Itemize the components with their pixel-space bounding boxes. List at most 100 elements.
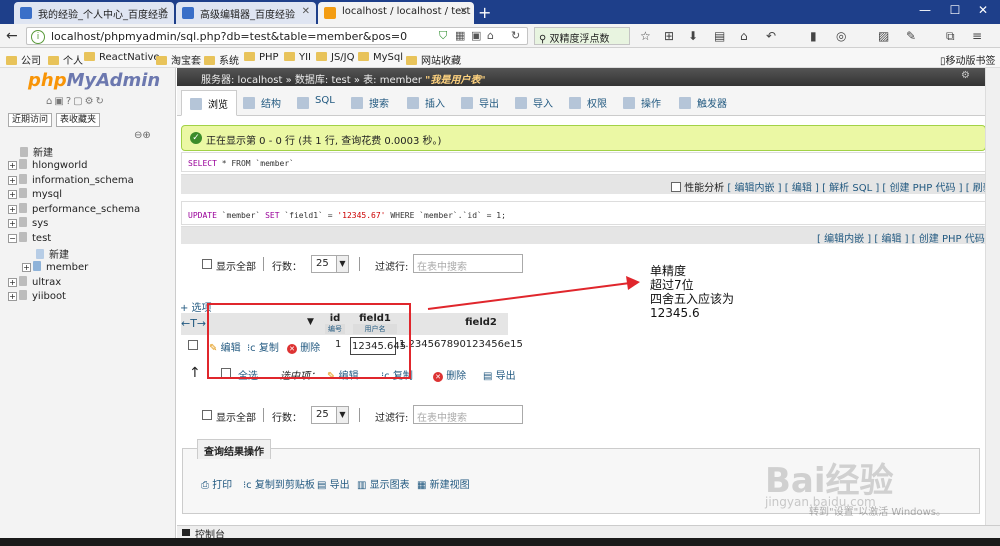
show-all-checkbox[interactable]: [202, 410, 212, 422]
close-icon[interactable]: ✕: [460, 6, 468, 17]
filter-input[interactable]: 在表中搜索: [413, 405, 523, 424]
expand-icon[interactable]: +: [22, 263, 31, 272]
recent-button[interactable]: 近期访问: [8, 113, 53, 127]
filter-input[interactable]: 在表中搜索: [413, 254, 523, 273]
refresh-icon[interactable]: ↻: [511, 29, 520, 42]
favorites-button[interactable]: 表收藏夹: [56, 113, 101, 127]
create-php-link[interactable]: [ 创建 PHP 代码 ]: [882, 183, 962, 194]
expand-icon[interactable]: +: [8, 190, 17, 199]
display-chart-button[interactable]: ▥ 显示图表: [357, 476, 410, 491]
tab-browse[interactable]: 浏览: [181, 90, 237, 116]
home-icon[interactable]: ⌂: [740, 29, 748, 43]
phpmyadmin-logo[interactable]: phpMyAdmin: [28, 70, 160, 91]
cell-field2[interactable]: 1.234567890123456e15: [399, 339, 523, 350]
bookmark-folder[interactable]: JS/JQ: [316, 52, 355, 63]
tree-item-new-table[interactable]: 新建: [36, 246, 69, 261]
expand-icon[interactable]: +: [8, 161, 17, 170]
expand-icon[interactable]: +: [8, 292, 17, 301]
edit-inline-link[interactable]: [ 编辑内嵌 ]: [817, 234, 871, 245]
expand-icon[interactable]: +: [8, 176, 17, 185]
tab-insert[interactable]: 插入: [399, 90, 453, 116]
tree-item-member[interactable]: + member: [22, 261, 88, 273]
tab-triggers[interactable]: 触发器: [671, 90, 735, 116]
qr-icon[interactable]: ▦: [455, 29, 465, 42]
expand-icon[interactable]: +: [8, 205, 17, 214]
bulk-delete-button[interactable]: ✕ 删除: [433, 367, 466, 382]
docs-icon[interactable]: ▢: [73, 96, 84, 107]
export-button[interactable]: ▤ 导出: [317, 476, 350, 491]
tree-item-mysql[interactable]: + mysql: [8, 188, 62, 200]
tab-operations[interactable]: 操作: [615, 90, 669, 116]
bookmark-folder[interactable]: 淘宝套: [156, 52, 201, 67]
tab-sql[interactable]: SQL: [289, 90, 343, 116]
back-arrow-icon[interactable]: ←: [6, 28, 18, 44]
undo-icon[interactable]: ↶: [766, 29, 776, 43]
shield-icon[interactable]: ⛉: [439, 29, 447, 43]
explain-sql-link[interactable]: [ 解析 SQL ]: [822, 183, 879, 194]
tree-item-performance-schema[interactable]: + performance_schema: [8, 203, 140, 215]
browser-tab[interactable]: 高级编辑器_百度经验 ✕: [176, 2, 316, 24]
maximize-icon[interactable]: ☐: [940, 3, 970, 17]
tree-item-test[interactable]: − test: [8, 232, 51, 244]
tree-item-sys[interactable]: + sys: [8, 217, 48, 229]
create-php-link[interactable]: [ 创建 PHP 代码 ]: [912, 234, 992, 245]
tools-icon[interactable]: ✎: [906, 29, 916, 43]
address-bar[interactable]: i localhost/phpmyadmin/sql.php?db=test&t…: [26, 27, 528, 45]
expand-icon[interactable]: +: [8, 219, 17, 228]
rows-select[interactable]: 25 ▼: [311, 406, 349, 424]
bookmark-folder[interactable]: YII: [284, 52, 311, 63]
sidebar-icon[interactable]: ⧉: [946, 29, 955, 44]
rows-select[interactable]: 25 ▼: [311, 255, 349, 273]
home-icon[interactable]: ⌂: [487, 29, 494, 42]
history-icon[interactable]: ▤: [714, 29, 725, 43]
browser-tab[interactable]: 我的经验_个人中心_百度经验 ✕: [14, 2, 174, 24]
mobile-bookmarks[interactable]: ▯移动版书签: [940, 52, 996, 67]
column-field2[interactable]: field2: [451, 317, 511, 328]
reload-icon[interactable]: ↻: [96, 96, 106, 107]
breadcrumb-database[interactable]: 数据库: test »: [295, 75, 360, 86]
collapse-icon[interactable]: −: [8, 234, 17, 243]
tree-item-hlongworld[interactable]: + hlongworld: [8, 159, 87, 171]
bookmark-folder[interactable]: 网站收藏: [406, 52, 461, 67]
bookmark-folder[interactable]: 个人: [48, 52, 83, 67]
bookmark-folder[interactable]: ReactNative: [84, 52, 160, 63]
extension-icon[interactable]: ▮: [810, 29, 817, 43]
copy-clipboard-button[interactable]: ⁝c 复制到剪贴板: [243, 476, 315, 491]
tree-item-ultrax[interactable]: + ultrax: [8, 276, 61, 288]
tab-export[interactable]: 导出: [453, 90, 507, 116]
new-tab-icon[interactable]: +: [478, 3, 491, 22]
menu-icon[interactable]: ≡: [972, 29, 982, 43]
search-box[interactable]: ⚲ 双精度浮点数: [534, 27, 630, 45]
bookmark-folder[interactable]: 系统: [204, 52, 239, 67]
tree-item-information-schema[interactable]: + information_schema: [8, 174, 134, 186]
bookmark-folder[interactable]: PHP: [244, 52, 279, 63]
profiling-checkbox[interactable]: [671, 182, 681, 192]
console-bar[interactable]: 控制台: [177, 525, 1000, 541]
edit-link[interactable]: [ 编辑 ]: [874, 234, 908, 245]
close-icon[interactable]: ✕: [302, 6, 310, 17]
screenshot-icon[interactable]: ▨: [878, 29, 889, 43]
palette-icon[interactable]: ◎: [836, 29, 846, 43]
download-icon[interactable]: ⬇: [688, 29, 698, 43]
edit-inline-link[interactable]: [ 编辑内嵌 ]: [727, 183, 781, 194]
expand-icon[interactable]: +: [8, 278, 17, 287]
row-checkbox[interactable]: [188, 340, 198, 352]
tab-search[interactable]: 搜索: [343, 90, 397, 116]
bulk-export-button[interactable]: ▤ 导出: [483, 367, 516, 382]
create-view-button[interactable]: ▦ 新建视图: [417, 476, 470, 491]
minimize-icon[interactable]: —: [910, 3, 940, 17]
tree-item-yiiboot[interactable]: + yiiboot: [8, 290, 66, 302]
gear-icon[interactable]: ⚙: [961, 70, 970, 81]
column-arrows-icon[interactable]: ←T→: [181, 317, 206, 330]
breadcrumb-table[interactable]: 表: member: [363, 75, 422, 86]
star-icon[interactable]: ☆: [640, 29, 651, 43]
tab-privileges[interactable]: 权限: [561, 90, 615, 116]
settings-icon[interactable]: ⚙: [85, 96, 96, 107]
bookmark-manager-icon[interactable]: ⊞: [664, 29, 674, 43]
bookmark-folder[interactable]: 公司: [6, 52, 41, 67]
window-close-icon[interactable]: ✕: [968, 3, 998, 17]
browser-tab-active[interactable]: localhost / localhost / test ✕: [318, 2, 474, 24]
close-icon[interactable]: ✕: [160, 6, 168, 17]
tab-structure[interactable]: 结构: [235, 90, 289, 116]
tree-item-new[interactable]: 新建: [20, 144, 53, 159]
